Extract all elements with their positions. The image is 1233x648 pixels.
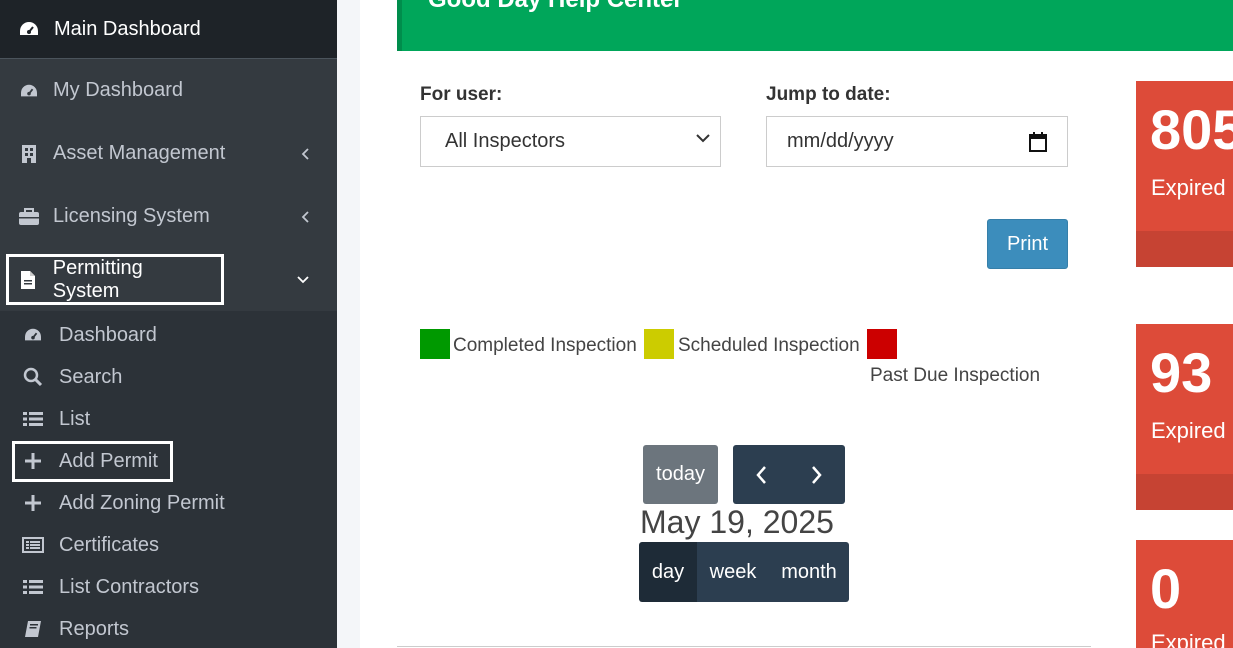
sidebar-item-label: Asset Management bbox=[53, 142, 226, 164]
sidebar: Main Dashboard My Dashboard Asset Manage… bbox=[0, 0, 337, 648]
file-icon bbox=[17, 270, 39, 290]
chevron-left-icon bbox=[301, 147, 309, 160]
main-dashboard-label: Main Dashboard bbox=[54, 17, 201, 40]
certificate-list-icon bbox=[22, 537, 44, 553]
submenu-item-dashboard[interactable]: Dashboard bbox=[0, 314, 337, 356]
submenu-item-label: Reports bbox=[59, 617, 130, 640]
stat-value: 93 bbox=[1150, 341, 1213, 404]
chevron-down-icon bbox=[696, 133, 710, 143]
stat-label: Expired bbox=[1151, 418, 1226, 443]
view-month-button[interactable]: month bbox=[769, 542, 849, 602]
divider bbox=[397, 646, 1091, 647]
prev-button[interactable] bbox=[733, 445, 789, 504]
past-due-legend-label: Past Due Inspection bbox=[870, 365, 1041, 386]
inspector-select[interactable]: All Inspectors bbox=[420, 116, 721, 167]
today-button[interactable]: today bbox=[643, 445, 718, 504]
scheduled-legend-label: Scheduled Inspection bbox=[678, 335, 860, 356]
calendar-icon[interactable] bbox=[1029, 132, 1047, 152]
submenu-item-label: Certificates bbox=[59, 533, 160, 556]
submenu-item-label: List bbox=[59, 407, 91, 430]
jump-to-date-label: Jump to date: bbox=[766, 84, 891, 105]
sidebar-item-my-dashboard[interactable]: My Dashboard bbox=[0, 59, 337, 122]
completed-legend-label: Completed Inspection bbox=[453, 335, 637, 356]
main-content: Good Day Help Center For user: All Inspe… bbox=[360, 0, 1233, 648]
scheduled-legend-swatch bbox=[644, 329, 674, 359]
tachometer-icon bbox=[18, 20, 40, 38]
submenu-item-list[interactable]: List bbox=[0, 398, 337, 440]
sidebar-item-permitting-system[interactable]: Permitting System bbox=[0, 248, 337, 311]
sidebar-item-label: My Dashboard bbox=[53, 79, 184, 101]
submenu-item-certificates[interactable]: Certificates bbox=[0, 524, 337, 566]
tachometer-icon bbox=[22, 327, 44, 343]
submenu-item-label: List Contractors bbox=[59, 575, 200, 598]
sidebar-item-asset-management[interactable]: Asset Management bbox=[0, 122, 337, 185]
submenu-item-list-contractors[interactable]: List Contractors bbox=[0, 566, 337, 608]
date-placeholder: mm/dd/yyyy bbox=[787, 130, 894, 152]
stat-label: Expired bbox=[1151, 630, 1226, 648]
stat-box-expired-3[interactable]: 0 Expired bbox=[1136, 540, 1233, 648]
stat-footer[interactable] bbox=[1136, 231, 1233, 267]
view-week-button[interactable]: week bbox=[697, 542, 769, 602]
sidebar-item-label: Permitting System bbox=[52, 256, 143, 302]
view-day-button[interactable]: day bbox=[639, 542, 697, 602]
submenu-item-label: Search bbox=[59, 365, 123, 388]
submenu-item-add-permit[interactable]: Add Permit bbox=[0, 440, 337, 482]
list-icon bbox=[22, 579, 44, 595]
list-icon bbox=[22, 411, 44, 427]
chevron-left-icon bbox=[755, 465, 767, 485]
tachometer-icon bbox=[18, 83, 40, 99]
stat-value: 0 bbox=[1150, 557, 1182, 620]
search-icon bbox=[22, 367, 44, 387]
jump-to-date-input[interactable]: mm/dd/yyyy bbox=[766, 116, 1068, 167]
sidebar-item-licensing-system[interactable]: Licensing System bbox=[0, 185, 337, 248]
banner-title: Good Day Help Center bbox=[428, 0, 683, 14]
sidebar-item-label: Licensing System bbox=[53, 205, 210, 227]
calendar-title: May 19, 2025 bbox=[640, 504, 834, 540]
submenu-item-label: Dashboard bbox=[59, 323, 157, 346]
chevron-right-icon bbox=[811, 465, 823, 485]
permitting-system-highlight: Permitting System bbox=[6, 254, 224, 305]
submenu-item-label: Add Permit bbox=[59, 449, 158, 472]
inspector-select-value: All Inspectors bbox=[445, 130, 566, 152]
submenu-item-search[interactable]: Search bbox=[0, 356, 337, 398]
permitting-submenu: Dashboard Search List Add Permit Add Zon… bbox=[0, 311, 337, 648]
briefcase-icon bbox=[18, 207, 40, 226]
submenu-item-reports[interactable]: Reports bbox=[0, 608, 337, 648]
main-dashboard-link[interactable]: Main Dashboard bbox=[0, 0, 337, 59]
submenu-item-label: Add Zoning Permit bbox=[59, 491, 225, 514]
print-button[interactable]: Print bbox=[987, 219, 1068, 269]
help-center-banner: Good Day Help Center bbox=[397, 0, 1233, 51]
chevron-down-icon bbox=[297, 275, 309, 284]
plus-icon bbox=[23, 453, 43, 469]
stat-label: Expired bbox=[1151, 175, 1226, 200]
past-due-legend-swatch bbox=[867, 329, 897, 359]
chevron-left-icon bbox=[301, 210, 309, 223]
stat-box-expired-2[interactable]: 93 Expired bbox=[1136, 324, 1233, 510]
submenu-item-add-zoning-permit[interactable]: Add Zoning Permit bbox=[0, 482, 337, 524]
for-user-label: For user: bbox=[420, 84, 503, 105]
book-icon bbox=[22, 620, 44, 638]
stat-value: 805 bbox=[1150, 98, 1233, 161]
building-icon bbox=[18, 144, 40, 164]
add-permit-highlight: Add Permit bbox=[12, 440, 173, 482]
next-button[interactable] bbox=[789, 445, 845, 504]
plus-icon bbox=[22, 495, 44, 511]
stat-box-expired-1[interactable]: 805 Expired bbox=[1136, 81, 1233, 267]
stat-footer[interactable] bbox=[1136, 474, 1233, 510]
completed-legend-swatch bbox=[420, 329, 450, 359]
